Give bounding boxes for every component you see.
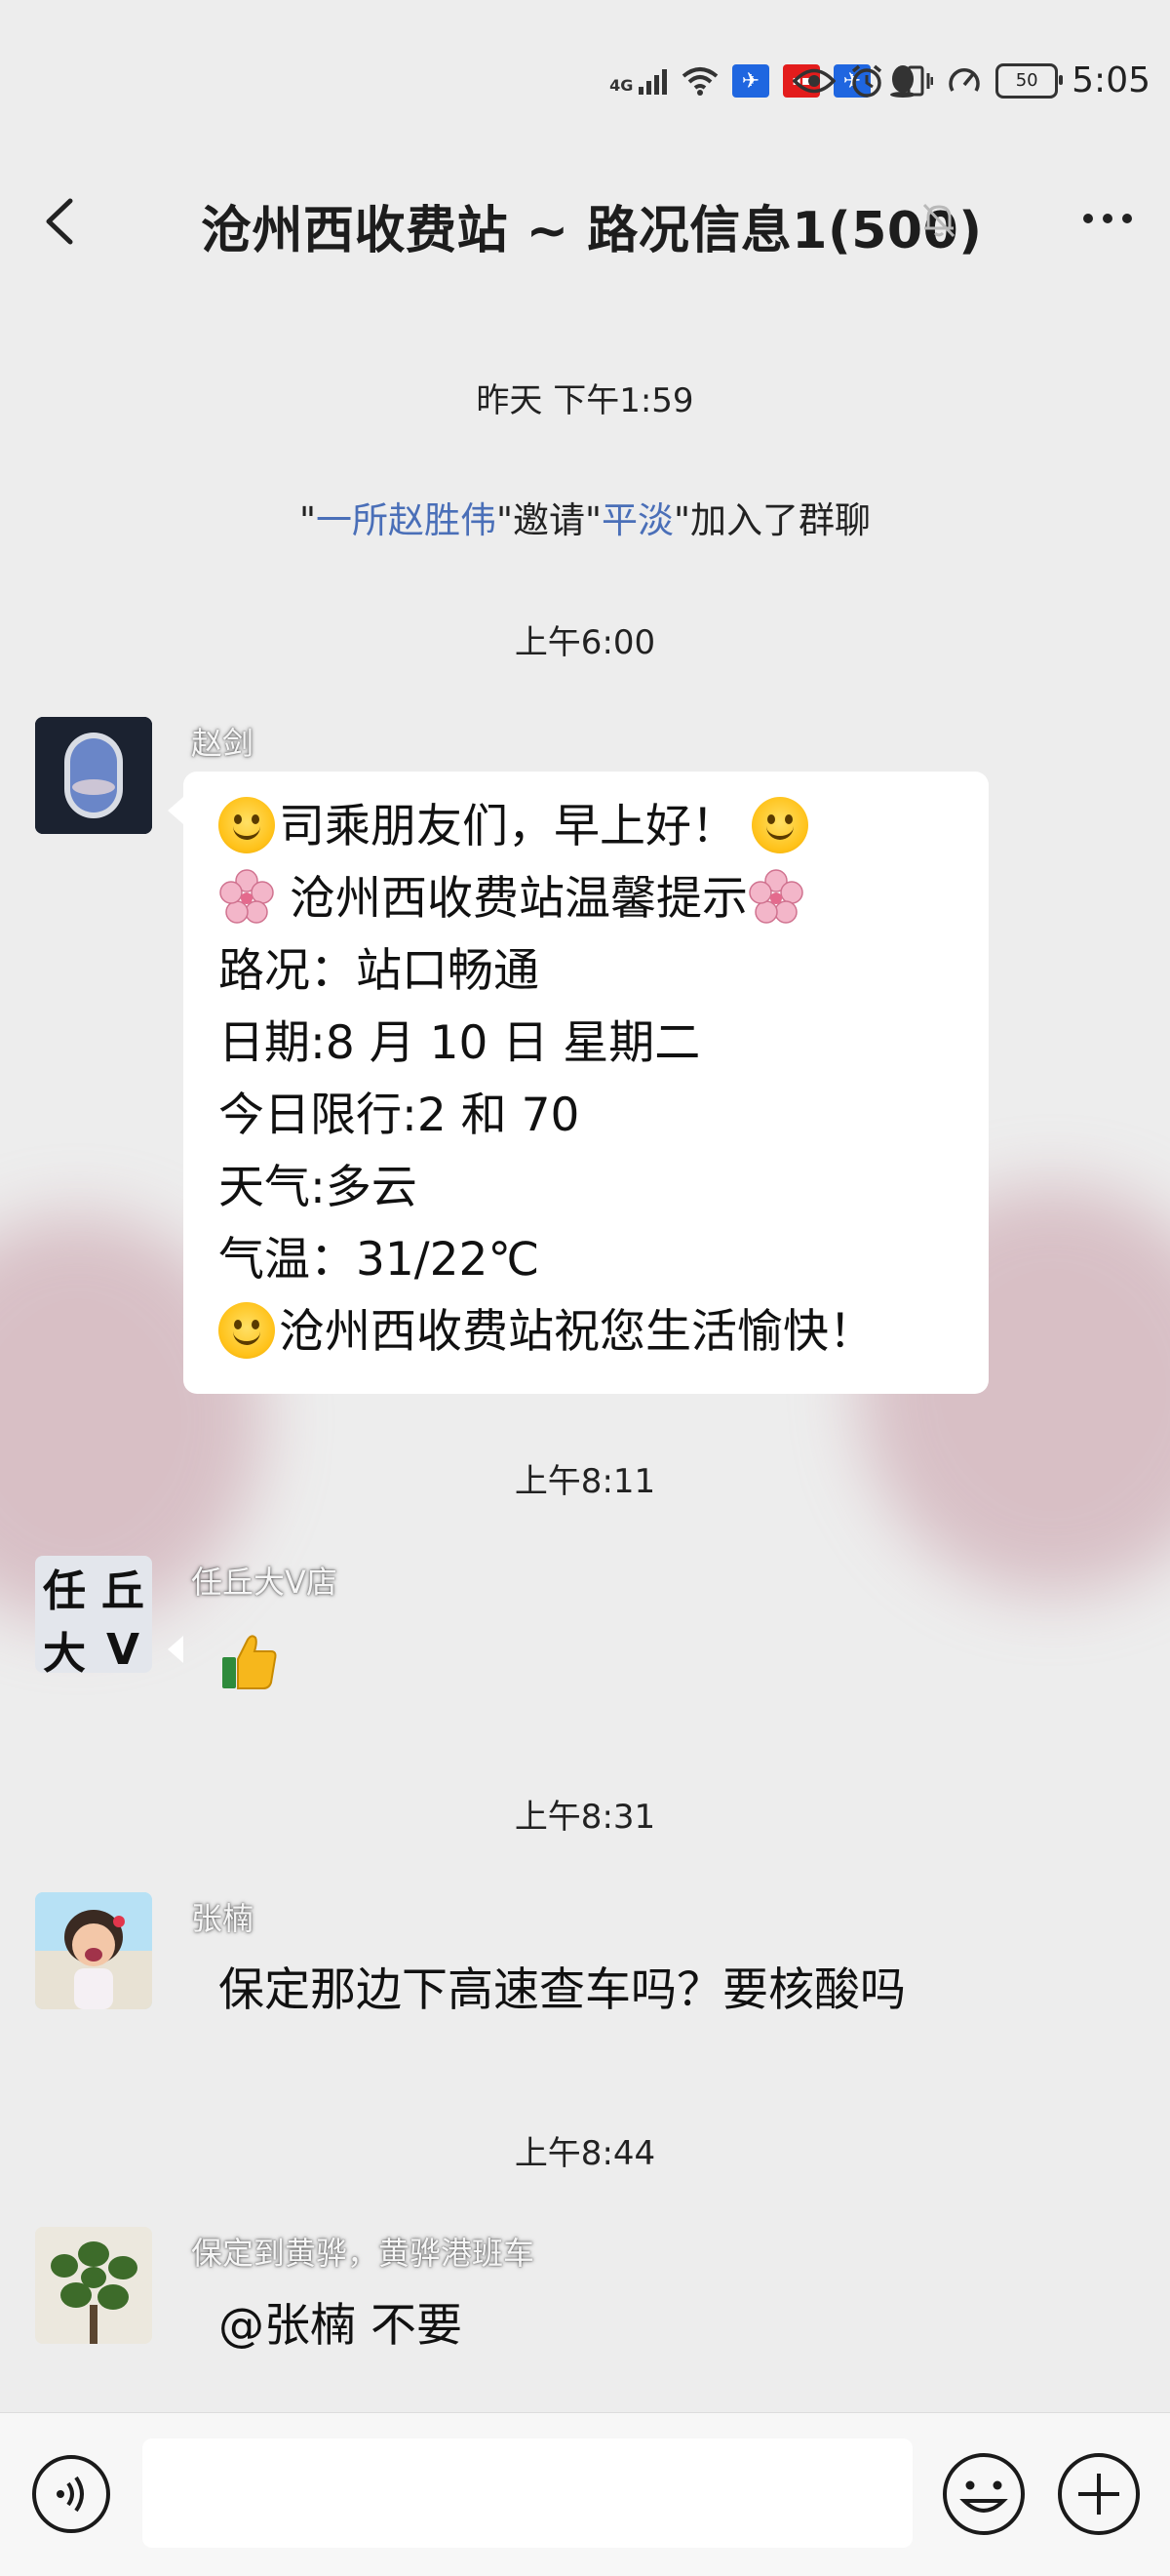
message-text: 司乘朋友们，早上好！: [279, 800, 737, 853]
eye-icon: [793, 68, 837, 93]
message-bubble[interactable]: @张楠 不要: [183, 2287, 593, 2365]
plant-photo-icon: [35, 2227, 152, 2344]
inviter-link[interactable]: 一所赵胜伟: [316, 499, 496, 541]
sender-name: 保定到黄骅，黄骅港班车: [191, 2235, 535, 2272]
vibrate-icon: [898, 65, 934, 96]
message-line: 沧州西收费站温馨提示: [218, 863, 989, 935]
battery-icon: 50: [995, 62, 1064, 99]
mute-bell-icon: [922, 203, 956, 238]
thumbs-up-emoji-icon: [222, 1635, 277, 1689]
time-divider: 上午8:11: [514, 1462, 656, 1501]
message-line: 天气:多云: [218, 1161, 417, 1214]
avatar[interactable]: [35, 2227, 152, 2344]
sender-name: 张楠: [191, 1900, 254, 1937]
smile-emoji-icon: [218, 1302, 275, 1359]
app-icon-1: ✈: [732, 64, 769, 98]
time-divider: 上午6:00: [514, 623, 656, 662]
avatar-text: 大: [43, 1629, 86, 1673]
avatar-text: V: [105, 1624, 140, 1674]
sender-name: 任丘大V店: [191, 1564, 337, 1601]
message-bubble[interactable]: 保定那边下高速查车吗？要核酸吗: [183, 1952, 1012, 2030]
clock-time: 5:05: [1072, 60, 1150, 100]
battery-level: 50: [1015, 70, 1038, 91]
more-options-icon[interactable]: [1078, 199, 1137, 238]
avatar[interactable]: [35, 1892, 152, 2009]
wifi-icon: [682, 64, 719, 98]
back-arrow-icon[interactable]: [35, 187, 84, 256]
avatar[interactable]: [35, 717, 152, 834]
avatar-text: 任: [43, 1566, 86, 1616]
message-text: 沧州西收费站祝您生活愉快！: [279, 1305, 875, 1359]
status-right: 50 5:05: [793, 60, 1150, 100]
time-divider: 昨天 下午1:59: [476, 381, 694, 420]
message-line: 气温：31/22℃: [218, 1233, 540, 1287]
alarm-icon: [852, 64, 882, 98]
chat-area[interactable]: 昨天 下午1:59 "一所赵胜伟"邀请"平淡"加入了群聊 上午6:00 赵剑 司…: [0, 278, 1170, 2412]
input-bar: [0, 2412, 1170, 2576]
message-line: 今日限行:2 和 70: [218, 1089, 580, 1142]
status-bar: 4G ✈ ▪▪ ✈ 50 5:05: [0, 0, 1170, 166]
message-line: 路况：站口畅通: [218, 944, 539, 998]
message-bubble[interactable]: 司乘朋友们，早上好！ 沧州西收费站温馨提示 路况：站口畅通 日期:8 月 10 …: [168, 772, 989, 1394]
chat-title: 沧州西收费站 ~ 路况信息1(500): [201, 202, 983, 260]
smile-emoji-icon: [751, 797, 808, 853]
message-line: 日期:8 月 10 日 星期二: [218, 1016, 701, 1070]
message-bubble[interactable]: [168, 1610, 296, 1712]
system-message-text: "加入了群聊: [674, 499, 872, 541]
time-divider: 上午8:31: [514, 1798, 656, 1837]
message-line: 司乘朋友们，早上好！: [218, 791, 989, 863]
smile-emoji-icon: [218, 797, 275, 853]
cherry-blossom-icon: [219, 869, 274, 924]
avatar[interactable]: 任 丘 大 V: [35, 1556, 152, 1673]
system-message: "一所赵胜伟"邀请"平淡"加入了群聊: [0, 491, 1170, 543]
message-text: 沧州西收费站温馨提示: [275, 872, 748, 926]
system-message-text: "邀请": [495, 499, 603, 541]
time-divider: 上午8:44: [514, 2134, 656, 2173]
invitee-link[interactable]: 平淡: [602, 499, 674, 541]
message-input[interactable]: [142, 2438, 913, 2548]
voice-input-icon[interactable]: [29, 2452, 113, 2536]
chat-header: 沧州西收费站 ~ 路况信息1(500): [0, 166, 1170, 278]
sender-name: 赵剑: [191, 725, 254, 762]
network-type: 4G: [609, 76, 634, 95]
avatar-text: 丘: [101, 1566, 144, 1616]
plus-icon[interactable]: [1055, 2450, 1143, 2538]
cherry-blossom-icon: [749, 869, 803, 924]
speed-icon: [949, 67, 980, 92]
airplane-window-icon: [35, 717, 152, 834]
emoji-icon[interactable]: [940, 2450, 1028, 2538]
signal-icon: 4G: [609, 67, 668, 95]
child-photo-icon: [35, 1892, 152, 2009]
message-line: 沧州西收费站祝您生活愉快！: [218, 1296, 989, 1368]
system-message-text: ": [298, 499, 316, 541]
